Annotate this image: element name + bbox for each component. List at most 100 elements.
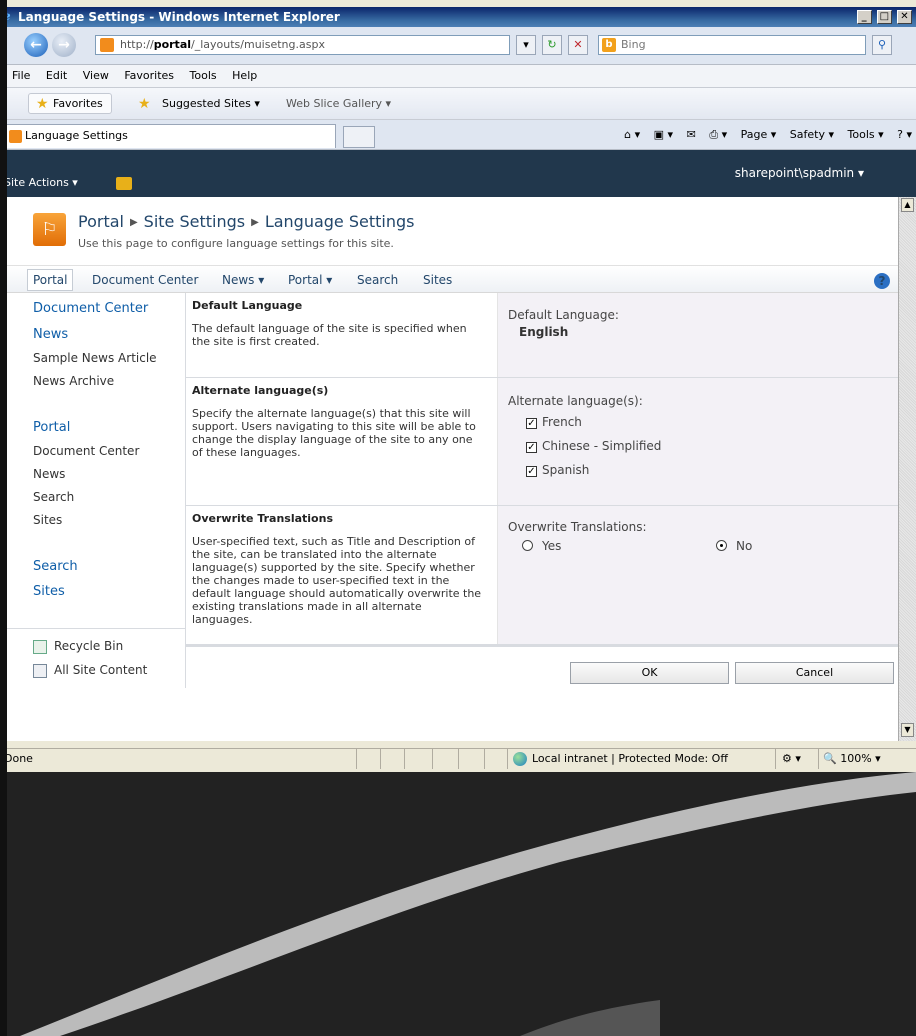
radio-yes[interactable] (522, 540, 533, 551)
leftnav-portal-search[interactable]: Search (33, 490, 74, 504)
screen: ℯ Language Settings - Windows Internet E… (0, 0, 916, 1036)
status-text: Done (4, 752, 33, 765)
page-description: Use this page to configure language sett… (78, 237, 394, 250)
tab-search[interactable]: Search (357, 273, 398, 287)
breadcrumb-separator-icon: ▶ (129, 217, 138, 228)
checkbox-spanish[interactable]: ✓ (526, 466, 537, 477)
menu-favorites[interactable]: Favorites (124, 69, 174, 82)
tab-portal[interactable]: Portal (27, 269, 74, 291)
spanish-label: Spanish (542, 463, 590, 477)
menu-tools[interactable]: Tools (190, 69, 217, 82)
chinese-simplified-label: Chinese - Simplified (542, 439, 662, 453)
leftnav-news-archive[interactable]: News Archive (33, 374, 114, 388)
radio-yes-label: Yes (542, 539, 562, 553)
zoom-control[interactable]: 🔍 100% ▾ (818, 749, 898, 769)
command-bar: ⌂ ▾ ▣ ▾ ✉ ⎙ ▾ Page ▾ Safety ▾ Tools ▾ ? … (614, 120, 912, 150)
vertical-scrollbar[interactable]: ▲ ▼ (898, 197, 916, 741)
user-menu[interactable]: sharepoint\spadmin ▾ (735, 166, 864, 180)
search-input[interactable]: b Bing (598, 35, 866, 55)
radio-no[interactable] (716, 540, 727, 551)
navigate-up-icon[interactable] (116, 177, 132, 190)
section-label: Overwrite Translations User-specified te… (192, 512, 482, 626)
leftnav-news[interactable]: News (33, 327, 68, 342)
section-title: Default Language (192, 299, 303, 312)
recycle-bin-icon (33, 640, 47, 654)
home-icon[interactable]: ⌂ ▾ (624, 128, 640, 141)
feeds-icon[interactable]: ▣ ▾ (654, 128, 673, 141)
menu-view[interactable]: View (83, 69, 109, 82)
close-button[interactable]: ✕ (897, 10, 912, 24)
tab-document-center[interactable]: Document Center (92, 273, 198, 287)
menu-help[interactable]: Help (232, 69, 257, 82)
address-bar[interactable]: http://portal/_layouts/muisetng.aspx (95, 35, 510, 55)
page-content: ⚐ Portal ▶ Site Settings ▶ Language Settings… (0, 197, 898, 741)
tab-sites[interactable]: Sites (423, 273, 452, 287)
tab-news[interactable]: News ▾ (222, 273, 264, 287)
web-slice-gallery-link[interactable]: Web Slice Gallery ▾ (286, 88, 391, 120)
page-header: ⚐ Portal ▶ Site Settings ▶ Language Settings… (0, 197, 898, 265)
site-actions-menu[interactable]: Site Actions ▾ (4, 176, 78, 189)
address-dropdown[interactable]: ▾ (516, 35, 536, 55)
checkbox-french[interactable]: ✓ (526, 418, 537, 429)
search-button[interactable]: ⚲ (872, 35, 892, 55)
leftnav-sample-news-article[interactable]: Sample News Article (33, 351, 157, 365)
desktop-swoosh (20, 772, 916, 1036)
title-bar[interactable]: ℯ Language Settings - Windows Internet E… (0, 7, 916, 27)
leftnav-portal-news[interactable]: News (33, 467, 65, 481)
forward-button[interactable]: → (52, 33, 76, 57)
leftnav-portal-sites[interactable]: Sites (33, 513, 62, 527)
section-divider (186, 645, 898, 647)
maximize-button[interactable]: □ (876, 10, 892, 24)
status-segment (404, 749, 428, 769)
leftnav-document-center[interactable]: Document Center (33, 301, 148, 316)
tab-favicon (9, 130, 22, 143)
back-button[interactable]: ← (24, 33, 48, 57)
ok-button[interactable]: OK (570, 662, 729, 684)
new-tab-button[interactable] (343, 126, 375, 148)
breadcrumb-site-settings[interactable]: Site Settings (144, 212, 245, 231)
safety-menu[interactable]: Safety ▾ (790, 128, 834, 141)
help-icon[interactable]: ? (874, 273, 890, 289)
suggested-sites-link[interactable]: Suggested Sites ▾ (162, 88, 260, 120)
tab-portal-menu[interactable]: Portal ▾ (288, 273, 332, 287)
refresh-button[interactable]: ↻ (542, 35, 562, 55)
back-arrow-icon: ← (30, 37, 42, 53)
tab-row: Language Settings ⌂ ▾ ▣ ▾ ✉ ⎙ ▾ Page ▾ S… (0, 120, 916, 150)
address-row: ← → http://portal/_layouts/muisetng.aspx… (0, 27, 916, 65)
security-zone[interactable]: Local intranet | Protected Mode: Off (507, 749, 769, 769)
menu-edit[interactable]: Edit (46, 69, 67, 82)
leftnav-portal-document-center[interactable]: Document Center (33, 444, 139, 458)
cancel-button[interactable]: Cancel (735, 662, 894, 684)
section-description: The default language of the site is spec… (192, 322, 467, 348)
scroll-down-icon[interactable]: ▼ (901, 723, 914, 737)
favorites-button[interactable]: ★ Favorites (28, 93, 112, 114)
protected-mode-button[interactable]: ⚙ ▾ (775, 749, 815, 769)
stop-button[interactable]: ✕ (568, 35, 588, 55)
recycle-bin-link[interactable]: Recycle Bin (54, 639, 123, 653)
forward-arrow-icon: → (58, 37, 70, 53)
breadcrumb-portal[interactable]: Portal (78, 212, 124, 231)
menu-file[interactable]: File (12, 69, 30, 82)
help-menu[interactable]: ? ▾ (897, 128, 912, 141)
sharepoint-bar: Site Actions ▾ sharepoint\spadmin ▾ (0, 150, 916, 197)
status-segment (380, 749, 404, 769)
page-menu[interactable]: Page ▾ (741, 128, 777, 141)
section-title: Alternate language(s) (192, 384, 329, 397)
leftnav-search[interactable]: Search (33, 559, 78, 574)
section-overwrite-translations: Overwrite Translations User-specified te… (186, 506, 898, 645)
leftnav-portal[interactable]: Portal (33, 420, 70, 435)
leftnav-sites[interactable]: Sites (33, 584, 65, 599)
top-nav: Portal Document Center News ▾ Portal ▾ S… (0, 265, 898, 293)
checkbox-chinese-simplified[interactable]: ✓ (526, 442, 537, 453)
mail-icon[interactable]: ✉ (687, 128, 696, 141)
minimize-button[interactable]: _ (856, 10, 872, 24)
add-favorite-icon[interactable]: ★ (138, 88, 151, 120)
section-control: Alternate language(s): ✓ French ✓ Chines… (497, 378, 898, 505)
print-icon[interactable]: ⎙ ▾ (709, 128, 727, 141)
tools-menu[interactable]: Tools ▾ (848, 128, 884, 141)
browser-pane: ℯ Language Settings - Windows Internet E… (0, 0, 916, 772)
scroll-up-icon[interactable]: ▲ (901, 198, 914, 212)
all-site-content-link[interactable]: All Site Content (54, 663, 147, 677)
tab-language-settings[interactable]: Language Settings (4, 124, 336, 148)
local-intranet-icon (513, 752, 527, 766)
